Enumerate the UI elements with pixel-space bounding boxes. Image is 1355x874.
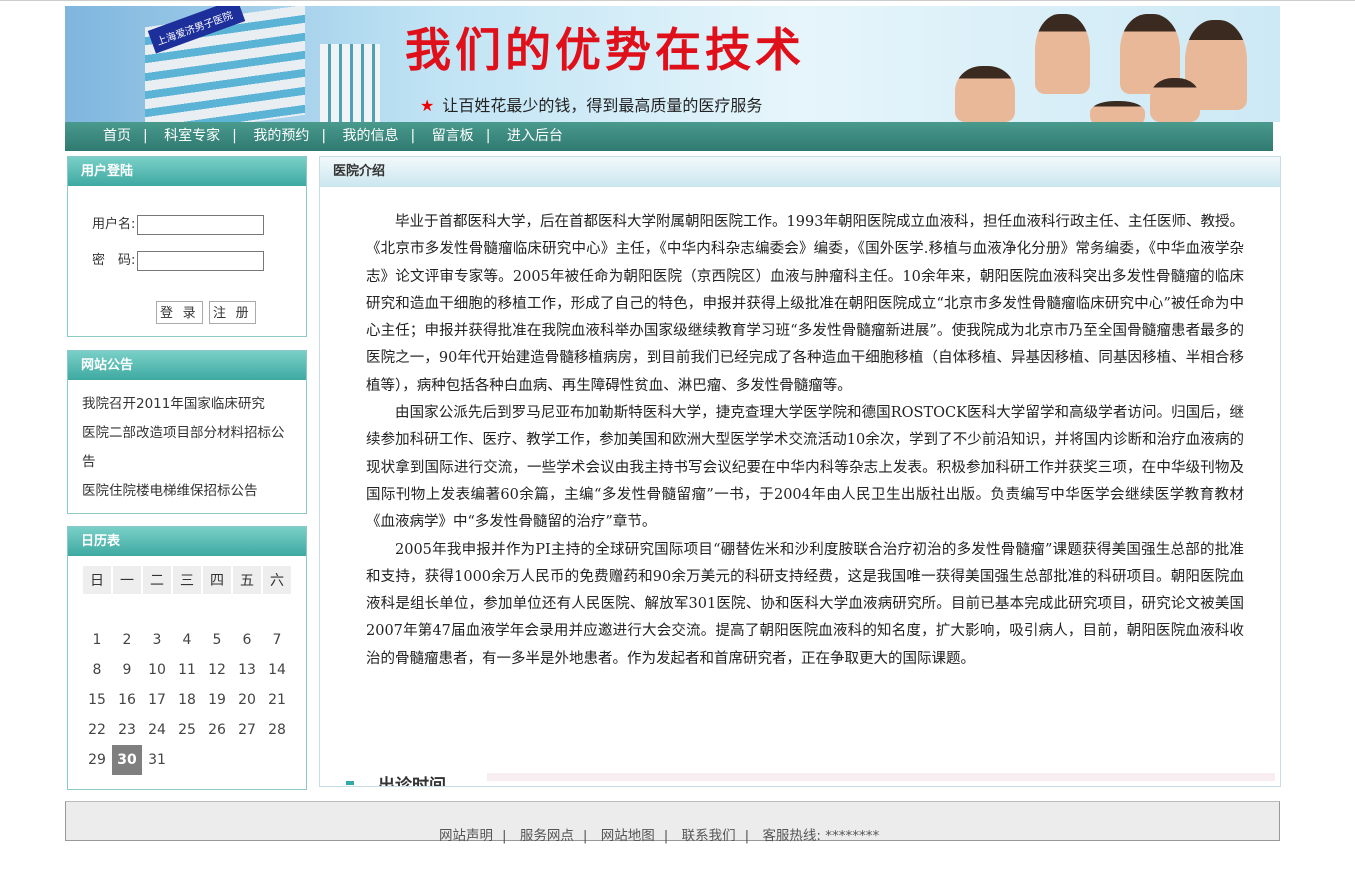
- username-label: 用户名:: [92, 217, 135, 232]
- bullet-icon: [346, 781, 354, 785]
- calendar-day[interactable]: 6: [232, 625, 262, 655]
- notice-panel: 网站公告 我院召开2011年国家临床研究 医院二部改造项目部分材料招标公告 医院…: [67, 350, 307, 514]
- register-button[interactable]: 注 册: [209, 301, 256, 324]
- calendar-table: 日一二三四五六123456789101112131415161718192021…: [82, 565, 292, 775]
- weekday-header: 二: [142, 565, 172, 595]
- banner-subtitle: ★ 让百姓花最少的钱，得到最高质量的医疗服务: [420, 92, 762, 116]
- nav-message-board[interactable]: 留言板: [432, 128, 474, 144]
- password-input[interactable]: [137, 251, 264, 271]
- calendar-empty: [142, 595, 172, 625]
- calendar-day[interactable]: 1: [82, 625, 112, 655]
- calendar-empty: [262, 745, 292, 775]
- calendar-day[interactable]: 7: [262, 625, 292, 655]
- calendar-day[interactable]: 30: [112, 745, 142, 775]
- footer-link-sitemap[interactable]: 网站地图: [601, 828, 655, 844]
- calendar-title: 日历表: [68, 527, 306, 556]
- nav-my-info[interactable]: 我的信息: [343, 128, 399, 144]
- banner-subtitle-text: 让百姓花最少的钱，得到最高质量的医疗服务: [442, 96, 762, 115]
- password-label: 密 码:: [92, 253, 135, 268]
- weekday-header: 五: [232, 565, 262, 595]
- calendar-day[interactable]: 5: [202, 625, 232, 655]
- calendar-empty: [172, 595, 202, 625]
- calendar-day[interactable]: 29: [82, 745, 112, 775]
- calendar-day[interactable]: 28: [262, 715, 292, 745]
- calendar-empty: [172, 745, 202, 775]
- footer-link-statement[interactable]: 网站声明: [439, 828, 493, 844]
- calendar-empty: [202, 745, 232, 775]
- nav-departments[interactable]: 科室专家: [164, 128, 220, 144]
- calendar-day[interactable]: 23: [112, 715, 142, 745]
- weekday-header: 六: [262, 565, 292, 595]
- weekday-header: 日: [82, 565, 112, 595]
- intro-paragraph: 毕业于首都医科大学，后在首都医科大学附属朝阳医院工作。1993年朝阳医院成立血液…: [366, 209, 1244, 400]
- intro-content: 毕业于首都医科大学，后在首都医科大学附属朝阳医院工作。1993年朝阳医院成立血液…: [320, 187, 1280, 673]
- login-title: 用户登陆: [68, 157, 306, 186]
- calendar-panel: 日历表 日一二三四五六12345678910111213141516171819…: [67, 526, 307, 790]
- footer-hotline: 客服热线: ********: [762, 828, 879, 844]
- weekday-header: 四: [202, 565, 232, 595]
- calendar-day[interactable]: 21: [262, 685, 292, 715]
- calendar-day[interactable]: 15: [82, 685, 112, 715]
- calendar-day[interactable]: 24: [142, 715, 172, 745]
- calendar-day[interactable]: 4: [172, 625, 202, 655]
- header-banner: 上海爱济男子医院 我们的优势在技术 ★让百姓花最少的钱，得到最高质量的医疗服务: [65, 6, 1280, 122]
- weekday-header: 三: [172, 565, 202, 595]
- calendar-day[interactable]: 27: [232, 715, 262, 745]
- calendar-day[interactable]: 16: [112, 685, 142, 715]
- notice-item[interactable]: 医院住院楼电梯维保招标公告: [82, 477, 292, 506]
- calendar-empty: [262, 595, 292, 625]
- footer-link-contact[interactable]: 联系我们: [682, 828, 736, 844]
- next-section-heading: 出诊时间: [342, 769, 1262, 787]
- calendar-day[interactable]: 12: [202, 655, 232, 685]
- footer: 网站声明| 服务网点| 网站地图| 联系我们| 客服热线: ********: [65, 801, 1280, 841]
- calendar-day[interactable]: 3: [142, 625, 172, 655]
- weekday-header: 一: [112, 565, 142, 595]
- hospital-intro-panel: 医院介绍 毕业于首都医科大学，后在首都医科大学附属朝阳医院工作。1993年朝阳医…: [319, 156, 1281, 787]
- notice-item[interactable]: 我院召开2011年国家临床研究: [82, 390, 292, 419]
- calendar-day[interactable]: 31: [142, 745, 172, 775]
- next-section-title: 出诊时间: [378, 771, 446, 787]
- intro-title: 医院介绍: [320, 157, 1280, 187]
- calendar-day[interactable]: 20: [232, 685, 262, 715]
- calendar-day[interactable]: 26: [202, 715, 232, 745]
- nav-my-appointments[interactable]: 我的预约: [253, 128, 309, 144]
- login-panel: 用户登陆 用户名: 密 码: 登 录 注 册: [67, 156, 307, 337]
- calendar-empty: [232, 745, 262, 775]
- main-nav: 首页| 科室专家| 我的预约| 我的信息| 留言板| 进入后台: [65, 122, 1273, 151]
- calendar-day[interactable]: 11: [172, 655, 202, 685]
- doctor-photos: [940, 6, 1280, 122]
- notice-item[interactable]: 医院二部改造项目部分材料招标公告: [82, 419, 292, 477]
- calendar-day[interactable]: 10: [142, 655, 172, 685]
- calendar-day[interactable]: 19: [202, 685, 232, 715]
- calendar-empty: [232, 595, 262, 625]
- calendar-day[interactable]: 13: [232, 655, 262, 685]
- username-input[interactable]: [137, 215, 264, 235]
- login-button[interactable]: 登 录: [156, 301, 203, 324]
- banner-slogan: 我们的优势在技术: [405, 14, 805, 80]
- calendar-empty: [112, 595, 142, 625]
- calendar-day[interactable]: 18: [172, 685, 202, 715]
- intro-paragraph: 由国家公派先后到罗马尼亚布加勒斯特医科大学，捷克查理大学医学院和德国ROSTOC…: [366, 400, 1244, 536]
- hospital-building-image: [320, 44, 380, 122]
- star-icon: ★: [420, 96, 434, 115]
- calendar-day[interactable]: 8: [82, 655, 112, 685]
- calendar-day[interactable]: 2: [112, 625, 142, 655]
- nav-home[interactable]: 首页: [103, 128, 131, 144]
- notice-title: 网站公告: [68, 351, 306, 380]
- footer-link-service-points[interactable]: 服务网点: [520, 828, 574, 844]
- intro-paragraph: 2005年我申报并作为PI主持的全球研究国际项目“硼替佐米和沙利度胺联合治疗初治…: [366, 537, 1244, 673]
- calendar-day[interactable]: 25: [172, 715, 202, 745]
- calendar-empty: [82, 595, 112, 625]
- calendar-day[interactable]: 9: [112, 655, 142, 685]
- nav-admin[interactable]: 进入后台: [507, 128, 563, 144]
- divider: [487, 773, 1275, 781]
- calendar-day[interactable]: 22: [82, 715, 112, 745]
- calendar-empty: [202, 595, 232, 625]
- calendar-day[interactable]: 14: [262, 655, 292, 685]
- calendar-day[interactable]: 17: [142, 685, 172, 715]
